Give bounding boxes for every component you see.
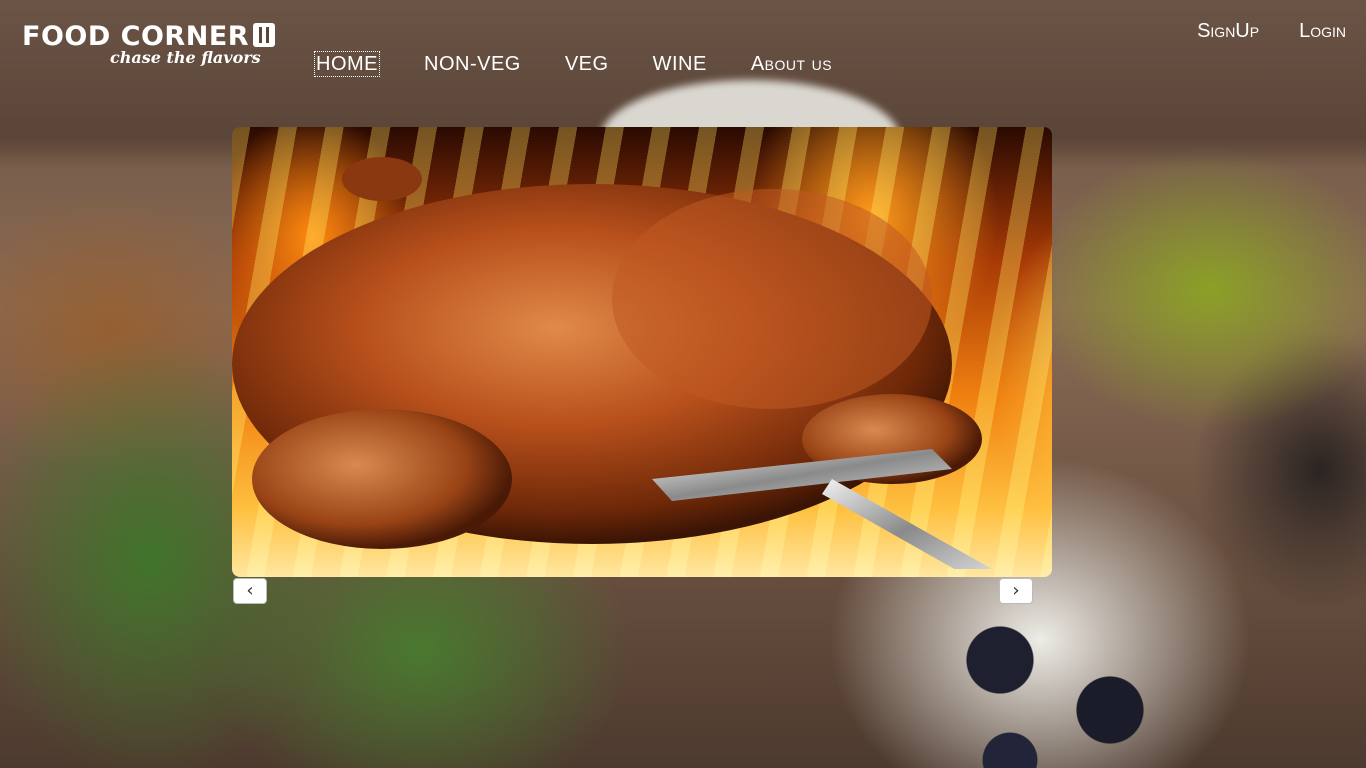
brand-tagline: chase the flavors: [110, 48, 261, 67]
chicken-wing: [252, 409, 512, 549]
nav-about-us[interactable]: About us: [751, 52, 832, 76]
fork-knife-icon: [253, 23, 276, 47]
image-carousel[interactable]: [232, 127, 1052, 577]
roast-chicken-image: [232, 157, 992, 569]
login-link[interactable]: Login: [1299, 20, 1346, 43]
carousel-prev-button[interactable]: ‹: [233, 578, 267, 604]
nav-home[interactable]: HOME: [314, 51, 380, 77]
nav-wine[interactable]: WINE: [653, 52, 707, 76]
chicken-breast-highlight: [612, 189, 932, 409]
main-nav: HOME NON-VEG VEG WINE About us: [314, 50, 876, 78]
skewer-handle: [822, 479, 992, 569]
brand-logo[interactable]: FOOD CORNER chase the flavors: [22, 22, 276, 72]
nav-veg[interactable]: VEG: [565, 52, 609, 76]
chicken-neck: [342, 157, 422, 201]
signup-link[interactable]: SignUp: [1197, 20, 1259, 43]
background-berries: [940, 600, 1180, 768]
auth-links: SignUp Login: [1157, 20, 1346, 43]
nav-non-veg[interactable]: NON-VEG: [424, 52, 521, 76]
carousel-next-button[interactable]: ›: [999, 578, 1033, 604]
